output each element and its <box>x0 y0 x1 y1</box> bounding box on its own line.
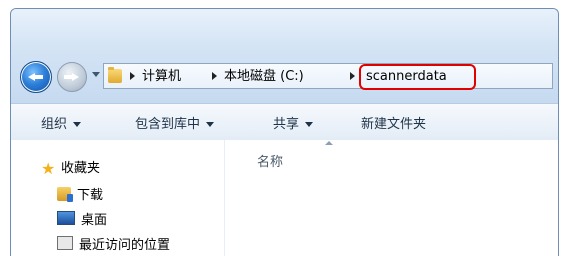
sort-up-icon <box>325 141 333 145</box>
recent-pages-dropdown-icon[interactable] <box>92 72 100 77</box>
command-toolbar: 组织 包含到库中 共享 新建文件夹 <box>11 103 558 141</box>
breadcrumb-separator-icon[interactable] <box>212 72 217 80</box>
breadcrumb-local-disk[interactable]: 本地磁盘 (C:) <box>224 68 304 85</box>
sidebar-item-favorites[interactable]: ★ 收藏夹 <box>41 157 100 177</box>
sidebar-item-label: 收藏夹 <box>61 161 101 176</box>
include-in-library-menu[interactable]: 包含到库中 <box>135 113 215 132</box>
navigation-bar: 计算机 本地磁盘 (C:) scannerdata <box>11 9 558 103</box>
chevron-down-icon <box>73 122 82 127</box>
column-header-name[interactable]: 名称 <box>257 151 283 170</box>
breadcrumb-separator-icon[interactable] <box>130 72 135 80</box>
chevron-down-icon <box>305 122 314 127</box>
include-in-library-label: 包含到库中 <box>135 117 201 132</box>
organize-label: 组织 <box>41 117 68 132</box>
breadcrumb-separator-icon[interactable] <box>350 72 355 80</box>
sidebar-item-recent-places[interactable]: 最近访问的位置 <box>57 234 170 253</box>
chevron-down-icon <box>206 122 215 127</box>
share-label: 共享 <box>273 117 300 132</box>
star-icon: ★ <box>41 159 56 178</box>
sidebar-item-label: 下载 <box>77 188 104 203</box>
content-area: ★ 收藏夹 下载 桌面 最近访问的位置 名称 <box>11 140 558 256</box>
navigation-pane: ★ 收藏夹 下载 桌面 最近访问的位置 <box>11 140 224 256</box>
downloads-folder-icon <box>57 187 73 202</box>
sidebar-item-downloads[interactable]: 下载 <box>57 184 103 203</box>
share-menu[interactable]: 共享 <box>273 113 314 132</box>
desktop-icon <box>57 211 75 225</box>
new-folder-button[interactable]: 新建文件夹 <box>361 113 426 132</box>
recent-places-icon <box>57 236 73 250</box>
forward-button[interactable] <box>57 62 87 92</box>
address-bar[interactable]: 计算机 本地磁盘 (C:) scannerdata <box>103 63 553 90</box>
sidebar-item-label: 最近访问的位置 <box>79 238 171 253</box>
pane-divider[interactable] <box>224 140 225 256</box>
folder-icon <box>108 67 122 83</box>
sidebar-item-desktop[interactable]: 桌面 <box>57 209 107 228</box>
sidebar-item-label: 桌面 <box>81 213 108 228</box>
breadcrumb-computer[interactable]: 计算机 <box>142 68 181 85</box>
highlight-box <box>359 64 476 90</box>
organize-menu[interactable]: 组织 <box>41 113 82 132</box>
back-button[interactable] <box>20 61 52 93</box>
explorer-window: 计算机 本地磁盘 (C:) scannerdata 组织 包含到库中 共享 新建… <box>10 8 559 256</box>
